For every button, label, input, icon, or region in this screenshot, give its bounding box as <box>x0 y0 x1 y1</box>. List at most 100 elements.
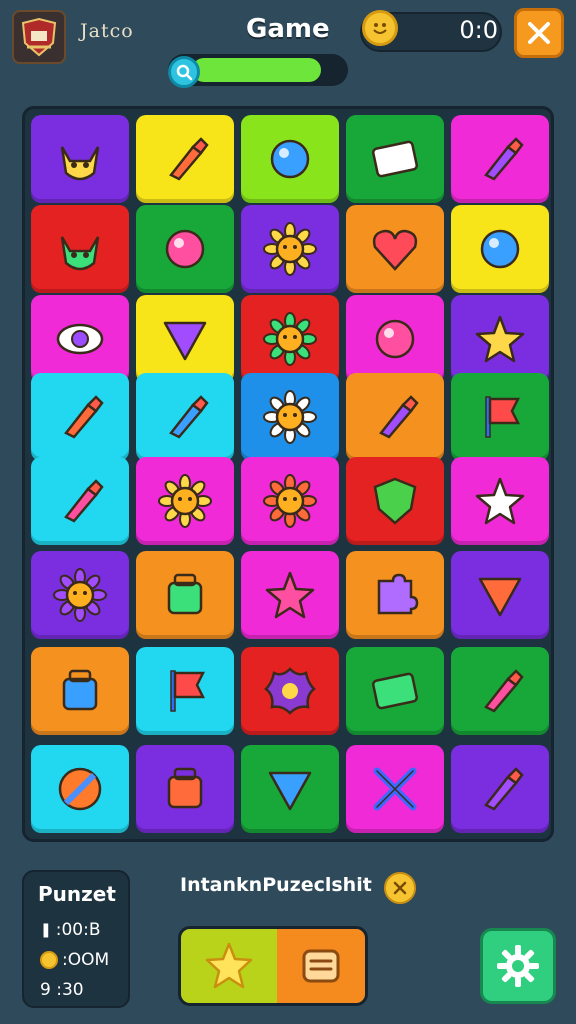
paintbrush-icon <box>169 137 209 181</box>
crest-logo-icon <box>12 10 66 64</box>
blue-gem-icon <box>270 139 310 179</box>
flag-icon <box>170 670 206 712</box>
board-tile[interactable] <box>241 115 339 203</box>
funnel-icon <box>163 321 207 361</box>
board-tile[interactable] <box>31 745 129 833</box>
board-tile[interactable] <box>241 551 339 639</box>
cat-head-icon <box>60 236 100 271</box>
board-tile[interactable] <box>346 373 444 461</box>
splat-icon <box>264 667 316 715</box>
board-tile[interactable] <box>241 373 339 461</box>
search-icon[interactable] <box>168 56 200 88</box>
eraser-icon <box>372 140 418 178</box>
stats-panel: Punzet ❚ :00:B :OOM 9 :30 <box>22 870 130 1008</box>
board-tile[interactable] <box>136 551 234 639</box>
board-tile[interactable] <box>136 115 234 203</box>
board-tile[interactable] <box>31 551 129 639</box>
bucket-brush-icon <box>484 767 524 811</box>
board-tile[interactable] <box>136 295 234 383</box>
board-tile[interactable] <box>346 647 444 735</box>
feather-icon <box>484 669 524 713</box>
balloon-icon <box>375 319 415 359</box>
close-icon <box>528 22 550 44</box>
action-bar <box>178 926 368 1006</box>
board-tile[interactable] <box>136 205 234 293</box>
close-button[interactable] <box>514 8 564 58</box>
stats-title: Punzet <box>38 882 116 906</box>
star-icon <box>205 942 253 989</box>
sunflower-icon <box>263 390 317 444</box>
board-tile[interactable] <box>136 373 234 461</box>
board-tile[interactable] <box>31 295 129 383</box>
board-tile[interactable] <box>451 647 549 735</box>
lime-star-icon <box>475 315 525 363</box>
sun-face-icon <box>263 312 317 366</box>
list-icon <box>302 949 340 983</box>
board-tile[interactable] <box>451 745 549 833</box>
favorite-button[interactable] <box>181 929 277 1003</box>
triangle-ruler-icon <box>478 577 522 617</box>
progress-fill <box>192 58 321 82</box>
smiley-coin-icon <box>362 10 398 46</box>
rainbow-ball-icon <box>58 767 102 811</box>
berry-icon <box>165 229 205 269</box>
marker-icon <box>64 395 104 439</box>
board-tile[interactable] <box>451 115 549 203</box>
leaf-brush-icon <box>484 137 524 181</box>
stat-time: ❚ :00:B <box>40 920 100 940</box>
board-tile[interactable] <box>451 373 549 461</box>
jar-icon <box>167 573 203 615</box>
list-button[interactable] <box>277 929 365 1003</box>
eye-icon <box>56 323 104 355</box>
toolbox-icon <box>167 767 203 809</box>
coin-icon <box>40 951 58 969</box>
blue-star-icon <box>475 477 525 525</box>
smiling-sun-icon <box>53 568 107 622</box>
crayon-icon <box>64 479 104 523</box>
heart-rocket-icon <box>372 229 418 271</box>
board-tile[interactable] <box>241 457 339 545</box>
bug-icon <box>480 229 520 269</box>
board-tile[interactable] <box>241 745 339 833</box>
settings-button[interactable] <box>480 928 556 1004</box>
stat-moves: 9 :30 <box>40 980 84 1000</box>
board-tile[interactable] <box>346 115 444 203</box>
basket-icon <box>62 669 98 711</box>
board-tile[interactable] <box>241 205 339 293</box>
board-tile[interactable] <box>451 205 549 293</box>
board-tile[interactable] <box>136 745 234 833</box>
brush-icon <box>169 395 209 439</box>
gear-flower-icon <box>263 474 317 528</box>
board-tile[interactable] <box>31 115 129 203</box>
flower-icon <box>263 222 317 276</box>
pin-icon: ❚ <box>40 922 52 938</box>
hint-label: IntanknPuzeclshit <box>180 874 372 896</box>
board-tile[interactable] <box>451 457 549 545</box>
stat-time-value: :00:B <box>55 920 101 940</box>
hint-close-icon[interactable] <box>384 872 416 904</box>
star-icon <box>265 571 315 619</box>
witch-hat-icon <box>268 771 312 811</box>
board-tile[interactable] <box>346 457 444 545</box>
board-tile[interactable] <box>241 647 339 735</box>
board-tile[interactable] <box>346 745 444 833</box>
stat-moves-value: 9 :30 <box>40 980 84 1000</box>
board-tile[interactable] <box>346 295 444 383</box>
game-title: Game <box>246 14 330 44</box>
board-tile[interactable] <box>136 647 234 735</box>
board-tile[interactable] <box>346 205 444 293</box>
puzzle-piece-icon <box>377 573 419 615</box>
board-tile[interactable] <box>31 373 129 461</box>
sketchpad-icon <box>372 672 418 710</box>
board-tile[interactable] <box>31 205 129 293</box>
board-tile[interactable] <box>136 457 234 545</box>
board-tile[interactable] <box>451 551 549 639</box>
crossed-tools-icon <box>373 767 417 811</box>
board-tile[interactable] <box>31 457 129 545</box>
score-value: 0:0 <box>459 16 498 44</box>
sun-icon <box>158 474 212 528</box>
board-tile[interactable] <box>241 295 339 383</box>
board-tile[interactable] <box>346 551 444 639</box>
board-tile[interactable] <box>31 647 129 735</box>
board-tile[interactable] <box>451 295 549 383</box>
